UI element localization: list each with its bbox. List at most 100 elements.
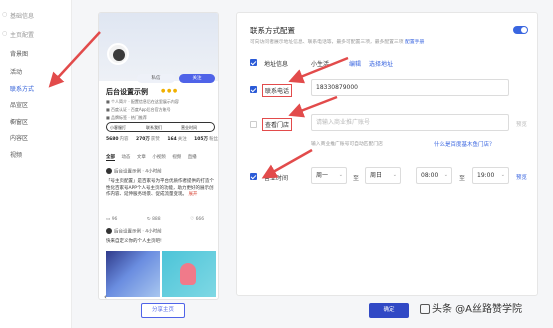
- what-is-store-link[interactable]: 什么是百度基木鱼门店？: [434, 140, 495, 148]
- toutiao-logo-icon: [420, 304, 430, 314]
- tab-dynamic[interactable]: 动态: [121, 155, 130, 160]
- panel-description: 可向访问者展示地址信息、联系电话等，最多可配置三项，最多配置三项 配置手册: [250, 38, 424, 45]
- day-from-value: 周一: [316, 172, 329, 179]
- check-icon: ○: [2, 30, 8, 37]
- phone-label: 联系电话: [262, 84, 293, 97]
- sidebar-item-basic-info[interactable]: 基础信息: [10, 11, 34, 20]
- enable-toggle[interactable]: [513, 26, 528, 34]
- contact-chips: 小客服打 联系我们 营业时间: [106, 122, 215, 132]
- confirm-button[interactable]: 确定: [369, 303, 409, 318]
- manual-link[interactable]: 配置手册: [405, 40, 424, 45]
- day-to-value: 周日: [370, 172, 383, 179]
- address-label: 地址信息: [264, 61, 289, 68]
- chip-hours[interactable]: 营业时间: [181, 124, 197, 131]
- tab-video[interactable]: 视频: [172, 155, 181, 160]
- message-button[interactable]: 私信: [137, 74, 175, 83]
- chip-customer-service[interactable]: 小客服打: [110, 124, 126, 131]
- profile-intro: ■ 个人简介 · 配置信息后在这里展示内容: [106, 99, 179, 104]
- comment-count[interactable]: ▭ 96: [106, 217, 131, 222]
- like-count[interactable]: ♡ 666: [190, 217, 218, 222]
- time-to-select[interactable]: 19:00 ⌄: [472, 167, 509, 184]
- avatar: [107, 43, 129, 65]
- tab-all[interactable]: 全部: [106, 155, 115, 161]
- post-text: 快来自定义你的个人主页吧!: [106, 239, 162, 244]
- profile-name: 后台设置示例: [106, 88, 148, 96]
- sidebar-item-background[interactable]: 背景图: [10, 49, 28, 58]
- store-checkbox[interactable]: [250, 121, 257, 128]
- time-to-value: 19:00: [477, 172, 495, 179]
- sidebar-item-content[interactable]: 内容区: [10, 133, 28, 142]
- store-hint: 输入商业推广账号可自动匹配门店: [311, 142, 383, 147]
- sidebar-item-contact[interactable]: 联系方式: [10, 84, 34, 93]
- chip-contact[interactable]: 联系我们: [146, 124, 162, 131]
- stat-label: 粉丝: [209, 137, 219, 142]
- day-to-select[interactable]: 周日 ⌄: [365, 167, 401, 184]
- profile-stats: 5680内容 270万获赞 164关注 105万粉丝: [106, 136, 219, 142]
- post-header: 后台设置示例 · 4小时前: [106, 168, 162, 175]
- post-header: 后台设置示例 · 4小时前: [106, 228, 162, 235]
- post-author: 后台设置示例 · 4小时前: [114, 229, 162, 235]
- day-from-select[interactable]: 周一 ⌄: [311, 167, 347, 184]
- phone-input[interactable]: 18330879000: [311, 79, 509, 96]
- share-homepage-button[interactable]: 分享主页: [141, 303, 185, 318]
- sidebar-item-showcase[interactable]: 橱窗区: [10, 117, 28, 126]
- badge-icon: ● ● ●: [161, 88, 178, 94]
- post-actions: ▭ 96 ↻ 888 ♡ 666: [106, 217, 216, 222]
- store-label: 查看门店: [262, 118, 293, 131]
- range-separator: 至: [459, 175, 466, 182]
- tab-live[interactable]: 直播: [188, 155, 197, 160]
- expand-link[interactable]: 展开: [188, 192, 197, 197]
- page-title: 联系方式配置: [250, 26, 295, 35]
- description-text: 可向访问者展示地址信息、联系电话等，最多可配置三项，最多配置三项: [250, 40, 404, 45]
- post-text: 「号主页配置」是百家号为平台优质作者提供的打造个性化百家号APP个人号主页的功能…: [106, 179, 216, 199]
- chevron-down-icon: ⌄: [500, 172, 505, 178]
- tab-article[interactable]: 文章: [137, 155, 146, 160]
- phone-checkbox[interactable]: [250, 86, 257, 93]
- sidebar-item-activity[interactable]: 活动: [10, 67, 22, 76]
- range-separator: 至: [353, 175, 360, 182]
- preview-tabs: 全部 动态 文章 小视频 视频 直播: [106, 154, 216, 161]
- tab-short-video[interactable]: 小视频: [152, 155, 166, 160]
- hours-checkbox[interactable]: [250, 173, 257, 180]
- avatar: [106, 168, 112, 174]
- post-image: [162, 251, 216, 297]
- post-author: 后台设置示例 · 4小时前: [114, 169, 162, 175]
- stat-label: 内容: [119, 137, 129, 142]
- chevron-down-icon: ⌄: [392, 172, 397, 178]
- watermark: 头条 @A丝路赞学院: [420, 300, 522, 315]
- sidebar-item-brand[interactable]: 品宣区: [10, 100, 28, 109]
- sidebar-item-video[interactable]: 视频: [10, 150, 22, 159]
- watermark-text: 头条 @A丝路赞学院: [432, 304, 523, 315]
- stat-label: 关注: [177, 137, 187, 142]
- stat-label: 获赞: [150, 137, 160, 142]
- edit-address-link[interactable]: 编辑: [349, 59, 361, 68]
- share-count[interactable]: ↻ 888: [147, 217, 175, 222]
- share-count-value: 888: [152, 217, 161, 222]
- store-account-input[interactable]: 请输入商业推广账号: [311, 114, 509, 131]
- stat-value: 105万: [194, 137, 209, 142]
- stat-value: 164: [167, 137, 177, 142]
- profile-tags: ■ 品牌标签 · 热门推荐: [106, 115, 147, 120]
- chevron-down-icon: ⌄: [443, 172, 448, 178]
- store-preview-link[interactable]: 预览: [516, 120, 527, 128]
- address-value: 小生活: [311, 61, 330, 68]
- post-image: [106, 251, 160, 297]
- stat-value: 270万: [135, 137, 150, 142]
- sidebar-item-homepage-config[interactable]: 主页配置: [10, 30, 34, 39]
- back-arrow-icon[interactable]: ‹: [104, 293, 107, 299]
- check-icon: ○: [2, 11, 8, 18]
- homepage-preview: 私信 关注 后台设置示例 ● ● ● ■ 个人简介 · 配置信息后在这里展示内容…: [98, 12, 219, 300]
- choose-address-link[interactable]: 选择地址: [369, 59, 393, 68]
- chevron-down-icon: ⌄: [338, 172, 343, 178]
- time-from-value: 08:00: [421, 172, 439, 179]
- sidebar: ○ 基础信息 ○ 主页配置 背景图 活动 联系方式 品宣区 橱窗区 内容区 视频: [0, 0, 72, 328]
- address-checkbox[interactable]: [250, 59, 257, 66]
- stat-value: 5680: [106, 137, 119, 142]
- like-count-value: 666: [195, 217, 205, 222]
- hours-preview-link[interactable]: 预览: [516, 173, 527, 181]
- follow-button[interactable]: 关注: [179, 74, 215, 83]
- profile-verification: ■ 百度认证 · 百度App后台官方账号: [106, 107, 171, 112]
- hours-label: 营业时间: [264, 175, 289, 182]
- time-from-select[interactable]: 08:00 ⌄: [416, 167, 452, 184]
- avatar: [106, 228, 112, 234]
